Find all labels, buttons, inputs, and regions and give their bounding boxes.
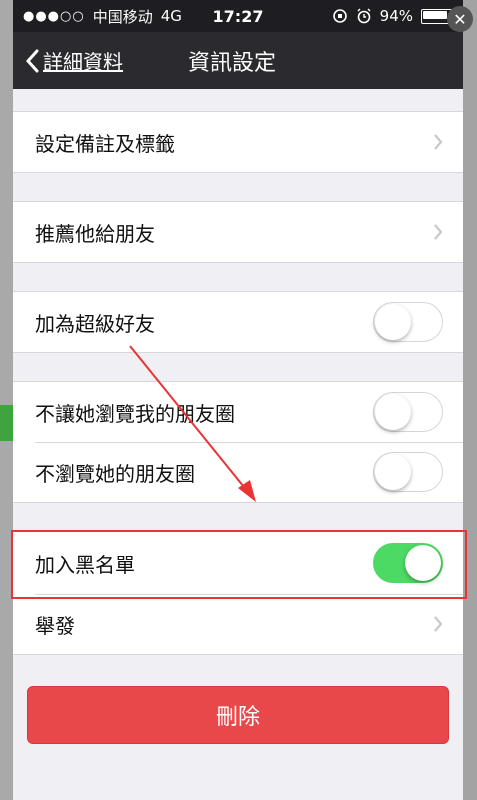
- background-app-right: [463, 0, 477, 800]
- alarm-icon: [357, 8, 371, 24]
- remark-tags-row[interactable]: 設定備註及標籤: [13, 112, 463, 172]
- no-view-moments-row: 不瀏覽她的朋友圈: [13, 442, 463, 502]
- recommend-friend-label: 推薦他給朋友: [35, 221, 155, 246]
- signal-strength-icon: ●●●○○: [23, 8, 85, 24]
- settings-group-moments: 不讓她瀏覽我的朋友圈 不瀏覽她的朋友圈: [13, 381, 463, 503]
- hide-my-moments-toggle[interactable]: [373, 392, 443, 432]
- network-type: 4G: [160, 7, 182, 25]
- chevron-right-icon: [434, 134, 443, 150]
- delete-button[interactable]: 刪除: [27, 686, 449, 744]
- super-friend-toggle[interactable]: [373, 302, 443, 342]
- phone-screen: ●●●○○ 中国移动 4G 17:27 94% 詳細資料 資訊設定 設定備註及標…: [13, 0, 463, 800]
- rotation-lock-icon: [332, 9, 347, 23]
- super-friend-row: 加為超級好友: [13, 292, 463, 352]
- blacklist-label: 加入黑名單: [35, 552, 135, 577]
- hide-my-moments-label: 不讓她瀏覽我的朋友圈: [35, 401, 235, 426]
- super-friend-label: 加為超級好友: [35, 311, 155, 336]
- hide-my-moments-row: 不讓她瀏覽我的朋友圈: [13, 382, 463, 442]
- recommend-friend-row[interactable]: 推薦他給朋友: [13, 202, 463, 262]
- background-app-left: [0, 0, 13, 800]
- blacklist-toggle[interactable]: [373, 543, 443, 583]
- settings-group-super-friend: 加為超級好友: [13, 291, 463, 353]
- background-app-green-strip: [0, 405, 13, 441]
- close-icon[interactable]: ✕: [447, 6, 473, 32]
- no-view-moments-label: 不瀏覽她的朋友圈: [35, 461, 195, 486]
- back-label: 詳細資料: [43, 50, 123, 74]
- report-row[interactable]: 舉發: [13, 594, 463, 654]
- chevron-right-icon: [434, 224, 443, 240]
- blacklist-row: 加入黑名單: [13, 532, 463, 594]
- battery-percent: 94%: [379, 7, 413, 25]
- chevron-left-icon: [25, 49, 39, 72]
- back-button[interactable]: 詳細資料: [13, 46, 123, 75]
- settings-group-blacklist: 加入黑名單 舉發: [13, 531, 463, 655]
- page-title: 資訊設定: [188, 50, 277, 76]
- settings-group-remark: 設定備註及標籤: [13, 111, 463, 173]
- no-view-moments-toggle[interactable]: [373, 452, 443, 492]
- status-bar: ●●●○○ 中国移动 4G 17:27 94%: [13, 0, 463, 32]
- navigation-bar: 詳細資料 資訊設定: [13, 32, 463, 89]
- chevron-right-icon: [434, 616, 443, 632]
- remark-tags-label: 設定備註及標籤: [35, 131, 175, 156]
- settings-group-recommend: 推薦他給朋友: [13, 201, 463, 263]
- report-label: 舉發: [35, 613, 75, 638]
- carrier-name: 中国移动: [92, 7, 153, 26]
